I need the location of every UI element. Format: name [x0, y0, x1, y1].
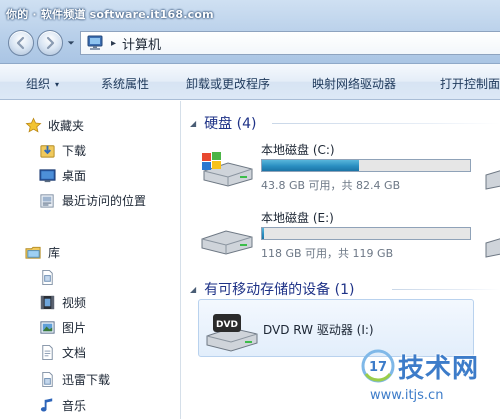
sidebar-item-pictures[interactable]: 图片	[38, 316, 86, 338]
breadcrumb-computer[interactable]: 计算机	[122, 34, 161, 53]
drive-name: 本地磁盘 (E:)	[261, 211, 334, 225]
sidebar-item-label: 桌面	[62, 168, 87, 183]
star-icon	[24, 116, 42, 134]
collapse-triangle-icon[interactable]: ◢	[190, 285, 196, 294]
sidebar-item-libraries[interactable]: 库	[24, 241, 60, 263]
group-title: 有可移动存储的设备 (1)	[204, 282, 355, 298]
capacity-bar-fill	[262, 228, 264, 239]
sidebar-item-music[interactable]: 音乐	[38, 394, 86, 416]
sidebar-item-label: 下载	[62, 143, 87, 158]
chevron-down-icon: ▾	[55, 80, 60, 89]
dvd-drive-icon: DVD	[206, 314, 258, 352]
sidebar-item-desktop[interactable]: 桌面	[38, 164, 86, 186]
hard-disks-group-header[interactable]: ◢ 硬盘 (4)	[190, 113, 256, 133]
arrow-right-icon	[46, 36, 55, 50]
chevron-down-icon	[67, 41, 75, 45]
library-folder-icon	[24, 243, 42, 261]
group-title: 硬盘 (4)	[204, 116, 257, 132]
arrow-left-icon	[16, 36, 25, 50]
site-watermark: 你的 · 软件频道 software.it168.com	[6, 8, 214, 21]
window-title-area: 你的 · 软件频道 software.it168.com ▸ 计算机	[0, 0, 500, 64]
logo-badge: 17	[369, 360, 387, 375]
sidebar-item-library-empty[interactable]	[38, 266, 56, 288]
forward-button[interactable]	[37, 30, 63, 56]
hard-drive-icon[interactable]	[482, 231, 500, 261]
site-brand: 技术网	[398, 354, 480, 384]
documents-icon	[38, 343, 56, 361]
video-icon	[38, 293, 56, 311]
organize-label: 组织	[26, 77, 51, 91]
drive-c[interactable]: 本地磁盘 (C:) 43.8 GB 可用，共 82.4 GB	[200, 139, 500, 195]
music-note-icon	[38, 396, 56, 414]
sidebar-item-label: 库	[48, 245, 61, 260]
sidebar-item-videos[interactable]: 视频	[38, 291, 86, 313]
sidebar-item-label: 最近访问的位置	[62, 193, 147, 208]
downloads-folder-icon	[38, 141, 56, 159]
sidebar-item-downloads[interactable]: 下载	[38, 139, 86, 161]
hard-drive-icon[interactable]	[482, 163, 500, 193]
capacity-bar-fill	[262, 160, 360, 171]
hard-drive-icon	[201, 230, 253, 255]
capacity-bar	[261, 159, 471, 172]
free-space-text: 118 GB 可用，共 119 GB	[261, 247, 394, 260]
drive-name: DVD RW 驱动器 (I:)	[263, 323, 374, 337]
group-divider	[392, 289, 500, 290]
capacity-bar	[261, 227, 471, 240]
recent-places-icon	[38, 191, 56, 209]
picture-icon	[38, 318, 56, 336]
sidebar-item-favorites[interactable]: 收藏夹	[24, 114, 84, 136]
drive-name: 本地磁盘 (C:)	[261, 143, 335, 157]
group-divider	[272, 123, 500, 124]
removable-storage-group-header[interactable]: ◢ 有可移动存储的设备 (1)	[190, 279, 354, 299]
document-icon	[38, 268, 56, 286]
sidebar-item-label: 迅雷下载	[62, 372, 111, 387]
map-network-drive-button[interactable]: 映射网络驱动器	[312, 75, 396, 92]
back-button[interactable]	[8, 30, 34, 56]
dvd-icon-label: DVD	[216, 320, 238, 330]
uninstall-program-button[interactable]: 卸载或更改程序	[186, 75, 270, 92]
drive-e[interactable]: 本地磁盘 (E:) 118 GB 可用，共 119 GB	[200, 207, 500, 263]
computer-icon	[87, 35, 103, 50]
breadcrumb-separator[interactable]: ▸	[111, 38, 116, 49]
open-control-panel-button[interactable]: 打开控制面	[440, 75, 500, 92]
site-url: www.itjs.cn	[370, 388, 444, 403]
collapse-triangle-icon[interactable]: ◢	[190, 119, 196, 128]
windows-drive-icon	[202, 152, 253, 187]
desktop-icon	[38, 166, 56, 184]
sidebar-item-label: 文档	[62, 345, 87, 360]
organize-menu-button[interactable]: 组织 ▾	[26, 75, 59, 92]
sidebar-item-label: 收藏夹	[48, 118, 85, 133]
sidebar-item-documents[interactable]: 文档	[38, 341, 86, 363]
sidebar-item-label: 视频	[62, 295, 87, 310]
recent-pages-dropdown[interactable]	[66, 38, 76, 48]
site-logo-watermark: 17 技术网 www.itjs.cn	[360, 346, 500, 403]
site-logo-icon: 17	[361, 349, 395, 383]
sidebar-item-thunder-downloads[interactable]: 迅雷下载	[38, 368, 110, 390]
sidebar-item-recent-places[interactable]: 最近访问的位置	[38, 189, 146, 211]
sidebar-item-label: 图片	[62, 320, 87, 335]
command-bar: 组织 ▾ 系统属性 卸载或更改程序 映射网络驱动器 打开控制面	[0, 64, 500, 100]
sidebar-item-label: 音乐	[62, 398, 87, 413]
navigation-pane: 收藏夹 下载 桌面 最近访问的位置 库 视频 图片 文档 迅雷下载 音乐	[0, 101, 181, 419]
system-properties-button[interactable]: 系统属性	[101, 75, 149, 92]
thunder-download-icon	[38, 370, 56, 388]
free-space-text: 43.8 GB 可用，共 82.4 GB	[261, 179, 401, 192]
address-bar[interactable]: ▸ 计算机	[80, 31, 500, 55]
